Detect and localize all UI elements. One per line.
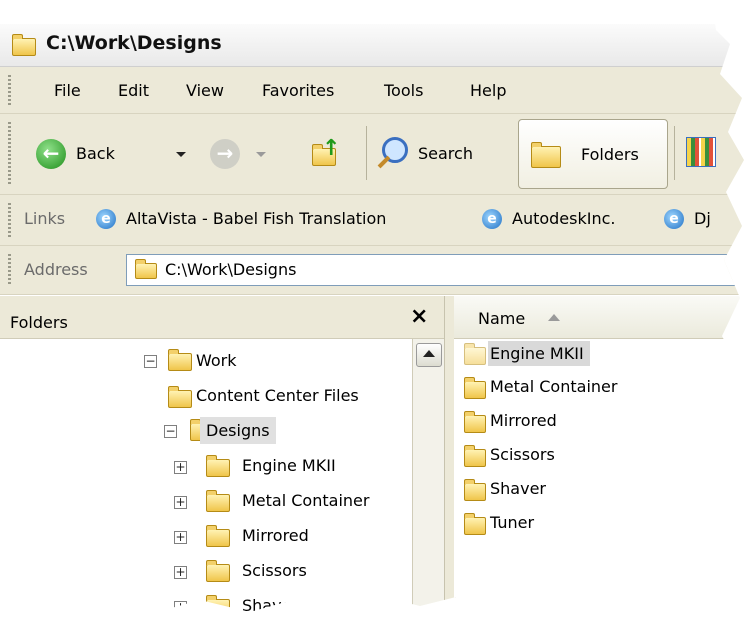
tree-item-shaver[interactable]: Shaver [242, 596, 298, 614]
link-autodesk[interactable]: AutodeskInc. [512, 209, 616, 228]
folder-icon [464, 479, 486, 501]
folders-icon [531, 142, 561, 168]
folder-icon [168, 386, 192, 408]
folder-icon [464, 377, 486, 399]
address-bar: Address C:\Work\Designs [0, 246, 744, 295]
forward-button[interactable]: → [206, 134, 276, 174]
scroll-up-button[interactable] [416, 343, 442, 367]
window-title: C:\Work\Designs [46, 32, 222, 54]
title-bar[interactable]: C:\Work\Designs [0, 24, 744, 67]
ie-link-icon: e [664, 209, 684, 229]
tree-item-work[interactable]: Work [196, 351, 237, 370]
address-label: Address [24, 260, 88, 279]
ie-link-icon: e [96, 209, 116, 229]
folders-pane-close-button[interactable]: × [410, 304, 428, 329]
tree-expander[interactable]: + [174, 566, 187, 579]
tree-item-engine-mkii[interactable]: Engine MKII [242, 456, 336, 475]
file-item-engine-mkii[interactable]: Engine MKII [488, 341, 590, 366]
file-list-header: Name [454, 296, 744, 339]
tree-item-mirrored[interactable]: Mirrored [242, 526, 309, 545]
links-label: Links [24, 209, 66, 228]
back-dropdown-icon[interactable] [176, 152, 186, 157]
link-dj[interactable]: Dj [694, 209, 711, 228]
folder-icon [168, 349, 192, 371]
window-folder-icon [12, 34, 36, 56]
folders-label: Folders [581, 145, 639, 164]
file-item-tuner[interactable]: Tuner [490, 513, 534, 532]
folder-icon [464, 445, 486, 467]
search-button[interactable]: Search [374, 134, 512, 174]
folder-tree: − Work Content Center Files − Designs + … [0, 339, 412, 614]
tree-scrollbar[interactable] [412, 339, 445, 614]
folder-icon [464, 411, 486, 433]
back-arrow-icon: ← [36, 139, 66, 169]
address-input[interactable]: C:\Work\Designs [126, 254, 744, 286]
address-value: C:\Work\Designs [165, 260, 297, 279]
sort-ascending-icon [548, 314, 560, 321]
menu-view[interactable]: View [186, 81, 224, 100]
address-grip[interactable] [8, 254, 11, 286]
file-item-scissors[interactable]: Scissors [490, 445, 555, 464]
folder-icon [206, 560, 230, 582]
tree-item-designs[interactable]: Designs [200, 417, 276, 444]
tree-expander[interactable]: + [174, 461, 187, 474]
toolbar-separator [366, 126, 367, 180]
file-list: Engine MKII Metal Container Mirrored Sci… [454, 339, 744, 614]
tree-expander[interactable]: + [174, 496, 187, 509]
menu-grip[interactable] [8, 75, 11, 105]
scroll-up-arrow-icon [423, 350, 435, 357]
menu-help[interactable]: Help [470, 81, 506, 100]
search-icon-handle [377, 155, 391, 169]
file-item-shaver[interactable]: Shaver [490, 479, 546, 498]
folders-button[interactable]: Folders [518, 119, 668, 189]
menu-file[interactable]: File [54, 81, 81, 100]
up-arrow-icon: ↑ [322, 136, 341, 161]
folder-icon [206, 595, 230, 614]
file-item-mirrored[interactable]: Mirrored [490, 411, 557, 430]
address-folder-icon [135, 259, 157, 279]
link-altavista[interactable]: AltaVista - Babel Fish Translation [126, 209, 386, 228]
file-item-metal-container[interactable]: Metal Container [490, 377, 617, 396]
forward-arrow-icon: → [210, 139, 240, 169]
ie-link-icon: e [482, 209, 502, 229]
menu-favorites[interactable]: Favorites [262, 81, 334, 100]
tree-item-metal-container[interactable]: Metal Container [242, 491, 369, 510]
standard-toolbar: ← Back → ↑ Search Folders [0, 114, 744, 195]
links-bar: Links e AltaVista - Babel Fish Translati… [0, 195, 744, 246]
folder-icon [206, 525, 230, 547]
tree-expander[interactable]: − [144, 355, 157, 368]
folders-pane-header: Folders × [0, 296, 452, 339]
folders-pane-title: Folders [10, 313, 68, 332]
toolbar-separator-2 [674, 126, 675, 180]
menu-bar: File Edit View Favorites Tools Help [0, 67, 744, 114]
menu-tools[interactable]: Tools [384, 81, 423, 100]
links-grip[interactable] [8, 203, 11, 237]
column-header-name[interactable]: Name [478, 309, 525, 328]
toolbar-grip[interactable] [8, 122, 11, 186]
folder-icon [206, 490, 230, 512]
tree-expander[interactable]: + [174, 531, 187, 544]
forward-dropdown-icon[interactable] [256, 152, 266, 157]
back-button[interactable]: ← Back [30, 134, 190, 174]
up-folder-button[interactable]: ↑ [306, 134, 346, 174]
views-button[interactable] [686, 137, 716, 167]
explorer-window: C:\Work\Designs File Edit View Favorites… [0, 0, 744, 614]
tree-expander[interactable]: + [174, 601, 187, 614]
folder-icon [464, 343, 486, 365]
tree-item-content-center-files[interactable]: Content Center Files [196, 386, 359, 405]
tree-expander[interactable]: − [164, 425, 177, 438]
folder-icon [206, 455, 230, 477]
folder-icon [464, 513, 486, 535]
tree-item-scissors[interactable]: Scissors [242, 561, 307, 580]
back-label: Back [76, 144, 115, 163]
search-label: Search [418, 144, 473, 163]
menu-edit[interactable]: Edit [118, 81, 149, 100]
